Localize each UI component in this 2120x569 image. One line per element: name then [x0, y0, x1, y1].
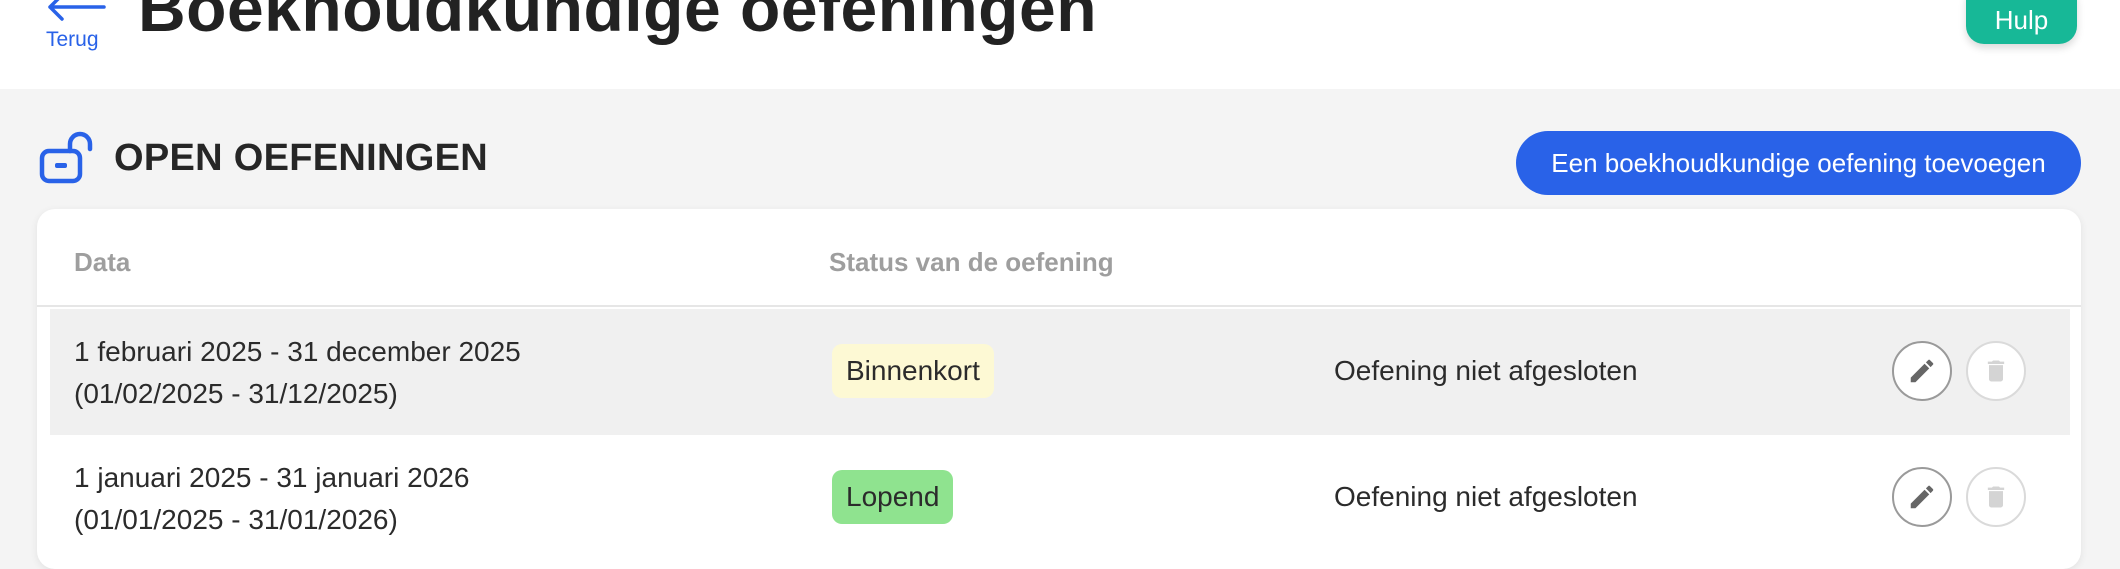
trash-icon	[1987, 360, 2005, 382]
closing-status: Oefening niet afgesloten	[1334, 355, 1638, 386]
arrow-left-icon	[48, 0, 106, 21]
date-range-numeric: (01/01/2025 - 31/01/2026)	[74, 504, 398, 535]
unlock-icon	[39, 131, 93, 184]
page-title: Boekhoudkundige oefeningen	[138, 0, 1098, 45]
add-exercise-button[interactable]: Een boekhoudkundige oefening toevoegen	[1516, 131, 2081, 195]
date-cell: 1 januari 2025 - 31 januari 2026 (01/01/…	[74, 457, 469, 541]
closing-status: Oefening niet afgesloten	[1334, 481, 1638, 512]
edit-button[interactable]	[1892, 467, 1952, 527]
pencil-icon	[1910, 359, 1934, 383]
delete-button[interactable]	[1966, 341, 2026, 401]
column-header-status: Status van de oefening	[829, 247, 1114, 277]
table-row: 1 januari 2025 - 31 januari 2026 (01/01/…	[50, 435, 2070, 561]
status-badge: Binnenkort	[832, 344, 994, 398]
date-range-text: 1 januari 2025 - 31 januari 2026	[74, 462, 470, 493]
top-bar: Terug Boekhoudkundige oefeningen Hulp	[0, 0, 2120, 89]
back-label: Terug	[46, 28, 99, 51]
pencil-icon	[1910, 485, 1934, 509]
date-cell: 1 februari 2025 - 31 december 2025 (01/0…	[74, 331, 521, 415]
exercises-table: Data Status van de oefening 1 februari 2…	[37, 209, 2081, 569]
status-badge: Lopend	[832, 470, 954, 524]
table-header: Data Status van de oefening	[37, 209, 2081, 307]
date-range-numeric: (01/02/2025 - 31/12/2025)	[74, 378, 398, 409]
table-row: 1 februari 2025 - 31 december 2025 (01/0…	[50, 309, 2070, 435]
section-header: OPEN OEFENINGEN	[38, 128, 488, 188]
help-button[interactable]: Hulp	[1966, 0, 2077, 44]
section-title: OPEN OEFENINGEN	[114, 136, 488, 179]
delete-button[interactable]	[1966, 467, 2026, 527]
back-button[interactable]: Terug	[40, 0, 106, 56]
trash-icon	[1987, 486, 2005, 508]
column-header-date: Data	[74, 247, 131, 277]
date-range-text: 1 februari 2025 - 31 december 2025	[74, 336, 521, 367]
edit-button[interactable]	[1892, 341, 1952, 401]
